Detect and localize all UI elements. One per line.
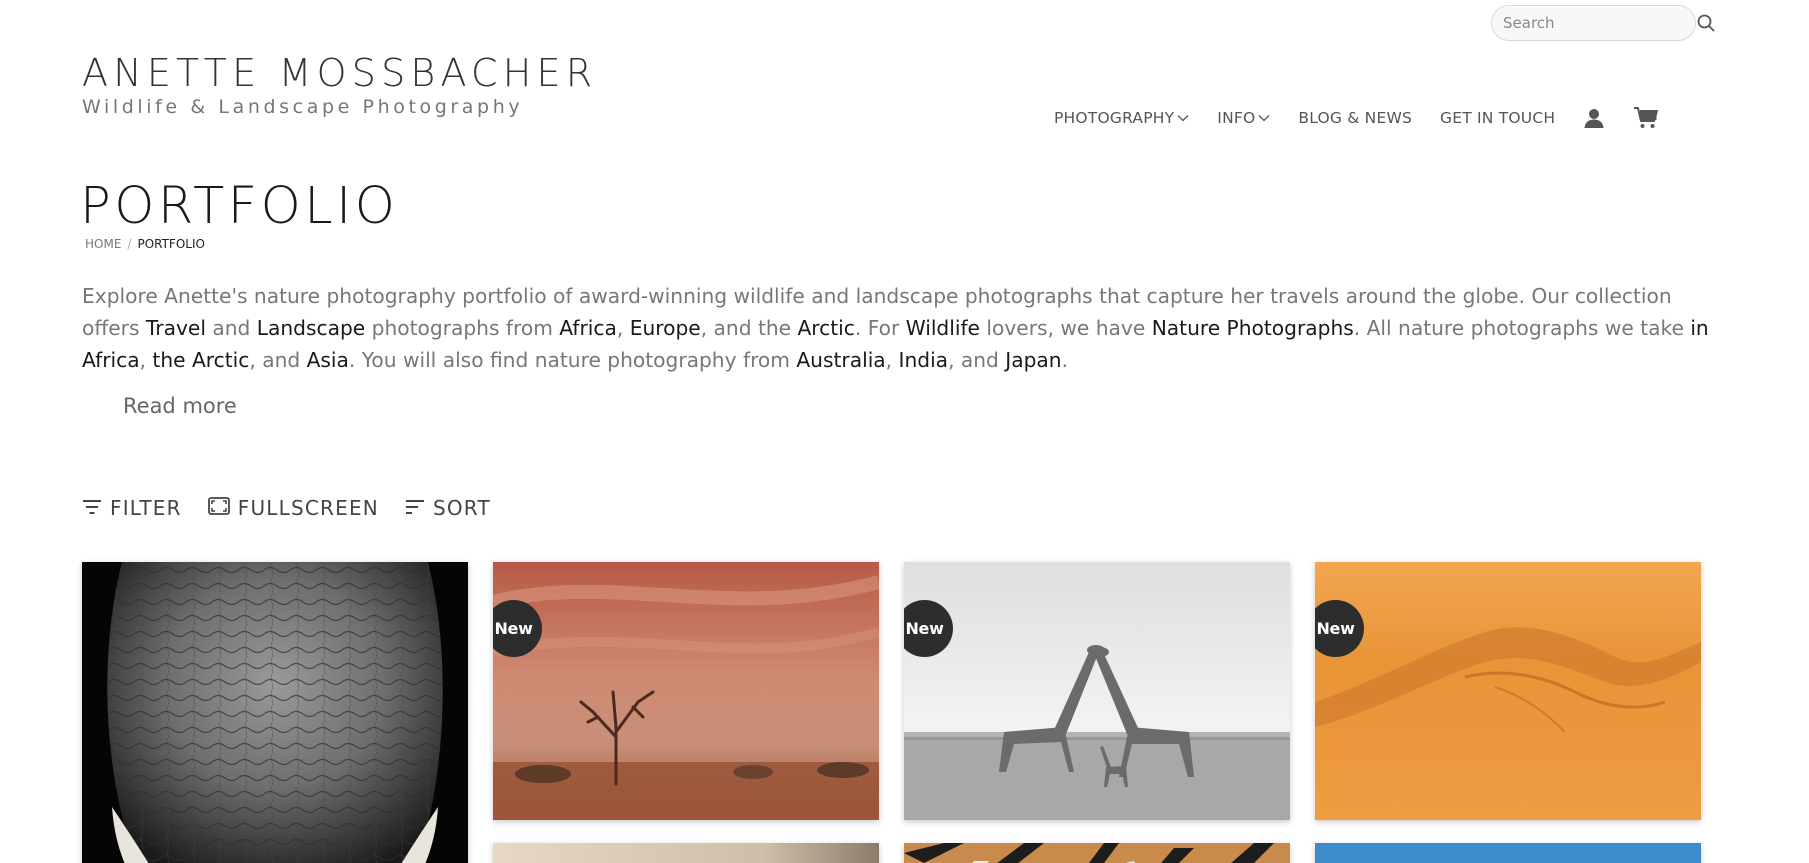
sort-icon	[405, 496, 425, 520]
gallery-item[interactable]: New	[1315, 562, 1701, 820]
link-arctic[interactable]: Arctic	[798, 316, 855, 340]
sort-label: SORT	[432, 496, 491, 520]
sort-button[interactable]: SORT	[405, 496, 491, 520]
fullscreen-label: FULLSCREEN	[237, 496, 379, 520]
link-asia[interactable]: Asia	[307, 348, 349, 372]
filter-button[interactable]: FILTER	[82, 496, 182, 520]
link-nature-photographs[interactable]: Nature Photographs	[1152, 316, 1354, 340]
blue-sky-photo	[1315, 843, 1701, 863]
site-tagline: Wildlife & Landscape Photography	[82, 96, 524, 118]
gallery-item[interactable]	[493, 843, 879, 863]
chevron-down-icon	[1177, 114, 1189, 122]
sand-dune-photo	[1315, 562, 1701, 820]
nav-item-label: GET IN TOUCH	[1440, 109, 1556, 127]
intro-text: .	[1061, 348, 1069, 372]
read-more-link[interactable]: Read more	[123, 394, 237, 418]
search-box[interactable]	[1491, 5, 1715, 41]
chevron-down-icon	[1258, 114, 1270, 122]
link-africa[interactable]: Africa	[559, 316, 617, 340]
gallery-item[interactable]	[904, 843, 1290, 863]
intro-text: . For	[854, 316, 906, 340]
nav-item-info[interactable]: INFO	[1217, 109, 1270, 127]
site-brand[interactable]: ANETTE MOSSBACHER Wildlife & Landscape P…	[82, 50, 597, 118]
desert-tree-photo	[493, 562, 879, 820]
breadcrumb-separator: /	[127, 237, 132, 251]
main-nav: PHOTOGRAPHY INFO BLOG & NEWS GET IN TOUC…	[1054, 106, 1659, 130]
link-the-arctic[interactable]: the Arctic	[152, 348, 249, 372]
nav-item-photography[interactable]: PHOTOGRAPHY	[1054, 109, 1189, 127]
intro-text: photographs from	[365, 316, 560, 340]
link-japan[interactable]: Japan	[1005, 348, 1061, 372]
intro-text: lovers, we have	[979, 316, 1152, 340]
beige-abstract-photo	[493, 843, 879, 863]
link-wildlife[interactable]: Wildlife	[906, 316, 980, 340]
tiger-photo	[904, 843, 1290, 863]
gallery-item[interactable]: New	[493, 562, 879, 820]
intro-text: and	[205, 316, 257, 340]
link-australia[interactable]: Australia	[796, 348, 885, 372]
breadcrumb-home[interactable]: HOME	[85, 237, 121, 251]
elephant-photo	[82, 562, 468, 863]
intro-text: , and	[948, 348, 1006, 372]
breadcrumb: HOME / PORTFOLIO	[85, 237, 205, 251]
nav-item-label: BLOG & NEWS	[1298, 109, 1413, 127]
link-europe[interactable]: Europe	[630, 316, 701, 340]
user-icon[interactable]	[1583, 107, 1605, 129]
fullscreen-button[interactable]: FULLSCREEN	[207, 496, 379, 520]
link-landscape[interactable]: Landscape	[257, 316, 365, 340]
gallery-item[interactable]	[1315, 843, 1701, 863]
site-title[interactable]: ANETTE MOSSBACHER	[82, 50, 597, 96]
intro-paragraph: Explore Anette's nature photography port…	[82, 280, 1722, 376]
search-input[interactable]	[1503, 14, 1697, 32]
cart-icon[interactable]	[1633, 106, 1659, 130]
breadcrumb-current: PORTFOLIO	[137, 237, 205, 251]
page-title: PORTFOLIO	[80, 177, 399, 236]
intro-text: , and the	[700, 316, 798, 340]
search-icon[interactable]	[1697, 13, 1715, 33]
nav-item-label: INFO	[1217, 109, 1256, 127]
intro-text: ,	[139, 348, 153, 372]
intro-text: . All nature photographs we take	[1353, 316, 1691, 340]
nav-item-get-in-touch[interactable]: GET IN TOUCH	[1440, 109, 1555, 127]
gallery-item[interactable]	[82, 562, 468, 863]
filter-icon	[82, 496, 102, 520]
filter-label: FILTER	[110, 496, 182, 520]
gallery-item[interactable]: New	[904, 562, 1290, 820]
link-india[interactable]: India	[899, 348, 949, 372]
intro-text: . You will also find nature photography …	[348, 348, 797, 372]
fullscreen-icon	[207, 496, 230, 520]
intro-text: ,	[616, 316, 630, 340]
intro-text: ,	[885, 348, 899, 372]
nav-item-blog-news[interactable]: BLOG & NEWS	[1298, 109, 1412, 127]
link-travel[interactable]: Travel	[146, 316, 206, 340]
gallery-toolbar: FILTER FULLSCREEN SORT	[82, 496, 517, 520]
giraffes-photo	[904, 562, 1290, 820]
intro-text: , and	[249, 348, 307, 372]
nav-item-label: PHOTOGRAPHY	[1054, 109, 1175, 127]
